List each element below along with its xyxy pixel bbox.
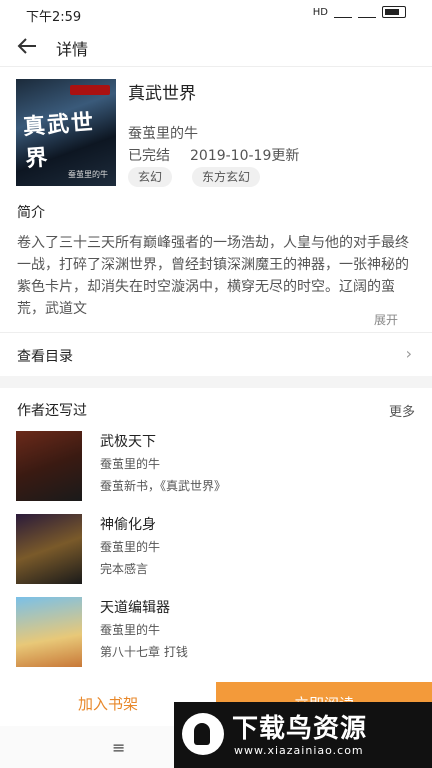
related-book-latest: 蚕茧新书，《真武世界》 [100, 479, 227, 493]
related-book-item[interactable]: 天道编辑器 蚕茧里的牛 第八十七章 打钱 [16, 597, 416, 667]
battery-icon [382, 6, 406, 18]
related-book-latest: 第八十七章 打钱 [100, 645, 188, 659]
intro-label: 简介 [17, 205, 45, 221]
watermark-brand: 下载鸟资源 [232, 714, 368, 744]
book-title: 真武世界 [128, 84, 196, 104]
wifi-icon [358, 7, 376, 18]
related-book-author: 蚕茧里的牛 [100, 623, 161, 637]
app-header: 详情 [0, 28, 432, 67]
related-book-item[interactable]: 武极天下 蚕茧里的牛 蚕茧新书，《真武世界》 [16, 431, 416, 501]
book-cover: 真武世界 蚕茧里的牛 [16, 79, 116, 186]
related-book-cover [16, 597, 82, 667]
catalog-row[interactable]: 查看目录 › [0, 332, 432, 377]
related-book-title: 天道编辑器 [100, 600, 170, 616]
book-info: 真武世界 蚕茧里的牛 真武世界 蚕茧里的牛 已完结 2019-10-19更新 玄… [16, 79, 416, 187]
menu-icon[interactable]: ≡ [112, 738, 125, 757]
chevron-right-icon: › [405, 344, 412, 363]
intro-text: 卷入了三十三天所有巅峰强者的一场浩劫，人皇与他的对手最终一战，打碎了深渊世界，曾… [17, 235, 409, 317]
watermark-url: www.xiazainiao.com [234, 744, 364, 757]
related-book-cover [16, 514, 82, 584]
also-wrote-label: 作者还写过 [17, 403, 87, 419]
status-icons: HD [313, 6, 406, 18]
book-updated: 2019-10-19更新 [190, 148, 300, 164]
cover-author: 蚕茧里的牛 [68, 170, 108, 179]
status-bar: 下午2:59 HD [0, 0, 432, 28]
related-book-item[interactable]: 神偷化身 蚕茧里的牛 完本感言 [16, 514, 416, 584]
tag-chip[interactable]: 玄幻 [128, 167, 173, 187]
cover-title: 真武世界 [22, 110, 96, 173]
bird-logo-icon [182, 713, 224, 755]
back-arrow-icon[interactable] [16, 34, 40, 58]
related-book-author: 蚕茧里的牛 [100, 540, 161, 554]
expand-button[interactable]: 展开 [374, 311, 398, 328]
related-book-title: 神偷化身 [100, 517, 156, 533]
book-author[interactable]: 蚕茧里的牛 [128, 123, 198, 143]
signal-icon [334, 7, 352, 18]
related-book-title: 武极天下 [100, 434, 156, 450]
section-divider [0, 376, 432, 388]
more-button[interactable]: 更多 [389, 401, 415, 420]
watermark-logo: 下载鸟资源 www.xiazainiao.com [174, 702, 432, 768]
related-book-cover [16, 431, 82, 501]
related-book-latest: 完本感言 [100, 562, 149, 576]
cover-badge [70, 85, 110, 95]
network-icon: HD [312, 6, 328, 18]
catalog-label: 查看目录 [17, 349, 73, 365]
page-title: 详情 [56, 40, 89, 59]
status-time: 下午2:59 [26, 10, 82, 25]
book-status: 已完结 [128, 148, 170, 164]
tag-chip[interactable]: 东方玄幻 [192, 167, 261, 187]
related-book-author: 蚕茧里的牛 [100, 457, 161, 471]
